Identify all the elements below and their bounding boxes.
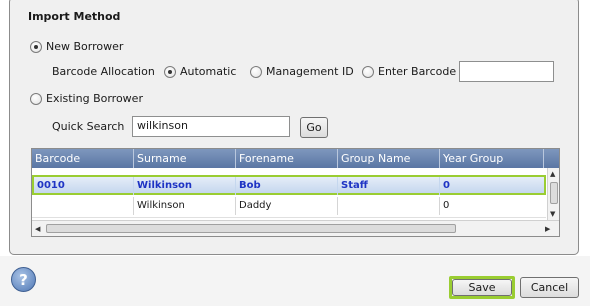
quick-search-input[interactable]: wilkinson xyxy=(132,116,290,137)
cell-year-group: 0 xyxy=(443,180,450,191)
cell-forename: Bob xyxy=(236,177,338,195)
column-header-barcode[interactable]: Barcode xyxy=(32,149,134,168)
existing-borrower-radio[interactable] xyxy=(30,93,42,105)
row-divider xyxy=(32,217,546,218)
cell-year-group: 0 xyxy=(443,200,450,211)
horizontal-scrollbar[interactable]: ◀ ▶ xyxy=(32,220,559,236)
management-id-label: Management ID xyxy=(266,65,354,78)
enter-barcode-field[interactable] xyxy=(459,61,554,82)
vertical-scrollbar[interactable]: ▲ ▼ xyxy=(547,168,559,220)
scroll-down-arrow-icon[interactable]: ▼ xyxy=(550,209,555,219)
barcode-allocation-label: Barcode Allocation xyxy=(52,65,155,78)
table-row[interactable]: Wilkinson Daddy 0 xyxy=(32,197,546,217)
vertical-scroll-thumb[interactable] xyxy=(550,182,558,204)
cell-forename: Daddy xyxy=(236,197,338,215)
cancel-button[interactable]: Cancel xyxy=(520,277,579,298)
column-header-group-name[interactable]: Group Name xyxy=(338,149,440,168)
enter-barcode-radio[interactable] xyxy=(362,66,374,78)
cell-surname: Wilkinson xyxy=(134,197,236,215)
scroll-left-arrow-icon[interactable]: ◀ xyxy=(35,224,40,234)
management-id-radio[interactable] xyxy=(250,66,262,78)
go-button[interactable]: Go xyxy=(300,117,328,138)
help-icon[interactable]: ? xyxy=(11,267,36,292)
existing-borrower-label: Existing Borrower xyxy=(46,92,143,105)
column-header-surname[interactable]: Surname xyxy=(134,149,236,168)
cell-barcode: 0010 xyxy=(34,177,134,195)
scroll-up-arrow-icon[interactable]: ▲ xyxy=(550,169,555,179)
grid-header: Barcode Surname Forename Group Name Year… xyxy=(32,149,559,168)
section-title: Import Method xyxy=(28,10,121,23)
horizontal-scroll-thumb[interactable] xyxy=(46,224,456,233)
new-borrower-radio[interactable] xyxy=(30,41,42,53)
results-grid: Barcode Surname Forename Group Name Year… xyxy=(31,148,560,237)
new-borrower-label: New Borrower xyxy=(46,40,124,53)
scroll-right-arrow-icon[interactable]: ▶ xyxy=(545,224,550,234)
table-row[interactable]: 0010 Wilkinson Bob Staff 0 xyxy=(32,175,546,195)
save-button[interactable]: Save xyxy=(452,279,512,296)
column-header-forename[interactable]: Forename xyxy=(236,149,338,168)
automatic-radio[interactable] xyxy=(164,66,176,78)
cell-group-name: Staff xyxy=(338,177,440,195)
enter-barcode-label: Enter Barcode xyxy=(378,65,457,78)
quick-search-label: Quick Search xyxy=(52,120,125,133)
cell-barcode xyxy=(32,197,134,215)
cell-surname: Wilkinson xyxy=(134,177,236,195)
column-header-year-group[interactable]: Year Group xyxy=(440,149,544,168)
automatic-label: Automatic xyxy=(180,65,237,78)
cell-group-name xyxy=(338,197,440,215)
